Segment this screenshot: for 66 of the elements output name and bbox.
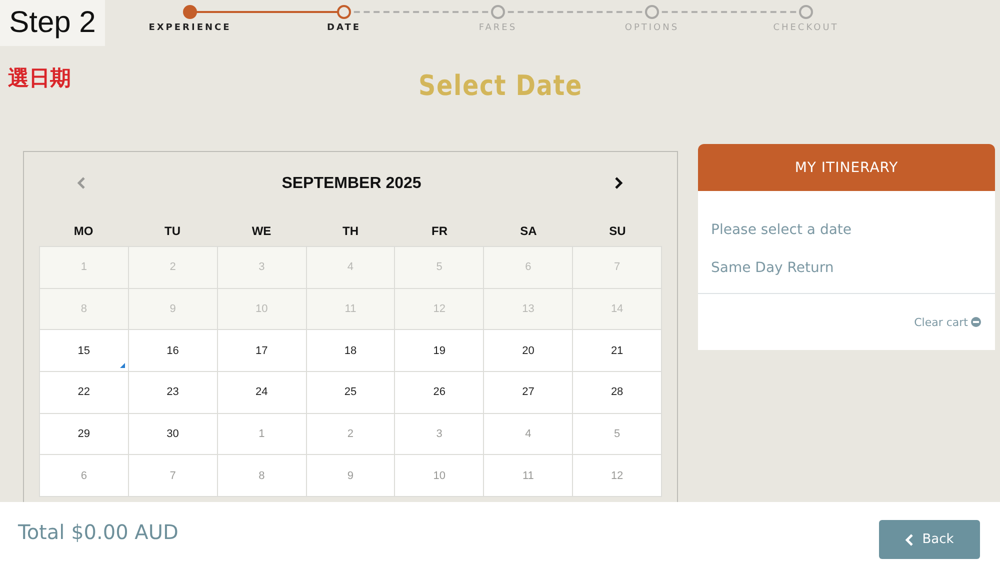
minus-circle-icon [971,317,981,327]
calendar-day: 7 [128,455,218,498]
calendar-day: 11 [484,455,574,498]
calendar-day: 6 [40,455,129,498]
chevron-right-icon [614,177,623,189]
calendar-day: 5 [573,414,662,456]
weekday-label: MO [74,224,94,238]
calendar-day: 3 [395,414,484,456]
itinerary-line: Same Day Return [711,259,835,278]
weekday-label: TH [342,224,358,238]
calendar-day[interactable]: 30 [128,414,218,456]
calendar-day: 8 [218,455,307,498]
calendar-day: 7 [573,247,662,289]
calendar-day[interactable]: 19 [395,330,484,372]
weekday-label: FR [432,224,448,238]
weekday-label: WE [252,224,272,238]
calendar-day: 8 [40,288,129,330]
calendar-day[interactable]: 17 [218,330,307,372]
step-label: OPTIONS [624,23,680,33]
caption: 選日期 [8,65,71,92]
calendar-day: 2 [128,247,218,289]
weekday-label: SU [609,224,626,238]
calendar-day[interactable]: 28 [573,372,662,414]
page-title: Select Date [418,68,582,102]
calendar-day[interactable]: 21 [573,330,662,372]
calendar-day: 3 [218,247,307,289]
weekday-label: TU [164,224,180,238]
calendar-day: 10 [395,455,484,498]
step-label: Step 2 [0,0,105,46]
calendar-day: 4 [484,414,574,456]
calendar-day: 9 [128,288,218,330]
calendar-day[interactable]: 27 [484,372,574,414]
calendar-day: 14 [573,288,662,330]
calendar-day[interactable]: 18 [306,330,396,372]
weekday-label: SA [520,224,537,238]
chevron-left-icon [905,534,914,546]
calendar-day[interactable]: 16 [128,330,218,372]
step-label: DATE [326,23,362,33]
chevron-left-icon [77,177,86,189]
calendar-day[interactable]: 15 [40,330,129,372]
calendar-day[interactable]: 20 [484,330,574,372]
calendar-day: 4 [306,247,396,289]
calendar-day[interactable]: 26 [395,372,484,414]
calendar-day: 5 [395,247,484,289]
calendar-day[interactable]: 24 [218,372,307,414]
calendar-day: 11 [306,288,396,330]
calendar-day[interactable]: 29 [40,414,129,456]
step-label: FARES [478,23,518,33]
calendar-day: 1 [40,247,129,289]
calendar-day: 2 [306,414,396,456]
calendar-day: 9 [306,455,396,498]
month-title: SEPTEMBER 2025 [282,175,422,193]
calendar-day: 12 [573,455,662,498]
calendar-day: 12 [395,288,484,330]
step-label: EXPERIENCE [148,23,232,33]
itinerary-title: MY ITINERARY [698,144,995,191]
itinerary-line: Please select a date [711,221,853,240]
calendar-day[interactable]: 25 [306,372,396,414]
calendar-day[interactable]: 22 [40,372,129,414]
total-price: Total $0.00 AUD [18,520,178,544]
calendar-day: 10 [218,288,307,330]
calendar-day: 1 [218,414,307,456]
calendar-day[interactable]: 23 [128,372,218,414]
calendar-day: 13 [484,288,574,330]
calendar-day: 6 [484,247,574,289]
step-label: CHECKOUT [773,23,839,33]
